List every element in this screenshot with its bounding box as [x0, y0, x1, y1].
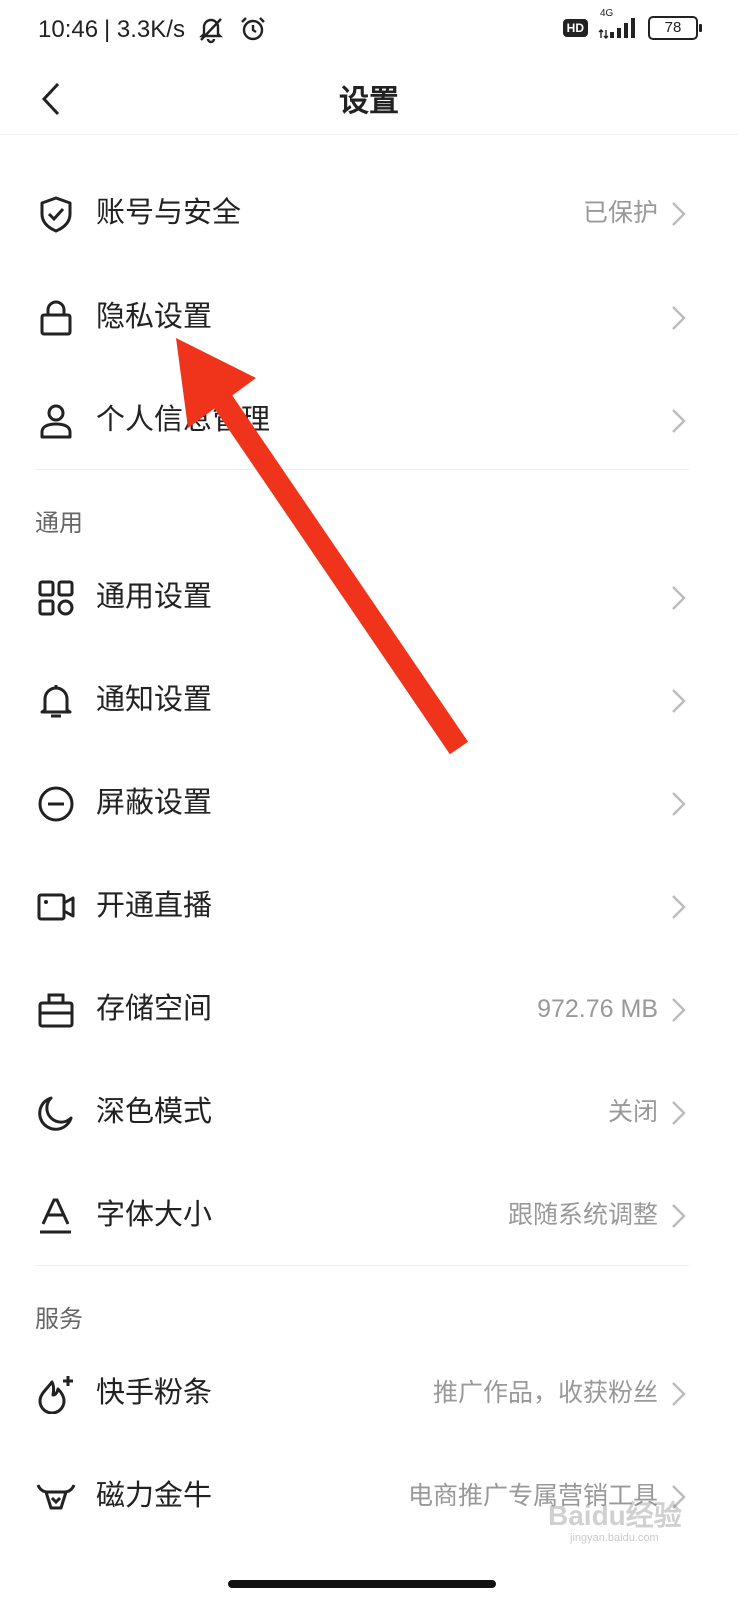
watermark-url: jingyan.baidu.com	[570, 1532, 659, 1544]
chevron-right-icon	[672, 1204, 686, 1228]
settings-row-general[interactable]: 通用设置	[0, 546, 738, 646]
settings-row-dark-mode[interactable]: 深色模式 关闭	[0, 1061, 738, 1161]
row-value: 972.76 MB	[537, 995, 658, 1023]
row-label: 账号与安全	[96, 195, 242, 229]
font-size-icon	[36, 1196, 76, 1236]
row-label: 深色模式	[96, 1094, 213, 1128]
settings-row-live[interactable]: 开通直播	[0, 855, 738, 955]
row-label: 开通直播	[96, 888, 213, 922]
battery-indicator: 78	[648, 16, 702, 40]
header-bar: 设置	[0, 64, 738, 135]
section-divider	[35, 1265, 689, 1266]
network-type: 4G	[600, 8, 614, 19]
status-time: 10:46	[38, 16, 99, 43]
block-icon	[36, 784, 76, 824]
chevron-right-icon	[672, 586, 686, 610]
row-value: 推广作品，收获粉丝	[432, 1379, 658, 1407]
storage-box-icon	[36, 990, 76, 1030]
settings-row-privacy[interactable]: 隐私设置	[0, 266, 738, 366]
watermark-logo: Baidu经验	[548, 1500, 682, 1531]
row-value: 已保护	[582, 199, 658, 227]
bull-icon	[36, 1477, 76, 1517]
settings-row-block[interactable]: 屏蔽设置	[0, 752, 738, 852]
moon-icon	[36, 1093, 76, 1133]
status-speed: | 3.3K/s	[104, 16, 185, 43]
row-label: 快手粉条	[96, 1375, 213, 1409]
chevron-right-icon	[672, 1382, 686, 1406]
chevron-right-icon	[672, 202, 686, 226]
chevron-right-icon	[672, 409, 686, 433]
section-title-general: 通用	[35, 509, 83, 537]
person-icon	[36, 401, 76, 441]
settings-row-notifications[interactable]: 通知设置	[0, 649, 738, 749]
chevron-right-icon	[672, 689, 686, 713]
row-label: 隐私设置	[96, 299, 213, 333]
settings-row-fans-promotion[interactable]: 快手粉条 推广作品，收获粉丝	[0, 1342, 738, 1442]
settings-row-storage[interactable]: 存储空间 972.76 MB	[0, 958, 738, 1058]
row-value: 跟随系统调整	[507, 1201, 658, 1229]
hd-badge: HD	[562, 19, 588, 37]
flame-plus-icon	[36, 1374, 76, 1414]
signal-icon: 4G	[598, 8, 638, 40]
chevron-right-icon	[672, 792, 686, 816]
mute-bell-icon	[196, 14, 226, 44]
settings-row-personal-info[interactable]: 个人信息管理	[0, 369, 738, 469]
settings-row-font-size[interactable]: 字体大小 跟随系统调整	[0, 1164, 738, 1264]
home-indicator[interactable]	[228, 1580, 496, 1588]
row-label: 通知设置	[96, 682, 213, 716]
row-label: 磁力金牛	[96, 1478, 213, 1512]
row-label: 通用设置	[96, 579, 213, 613]
video-camera-icon	[36, 887, 76, 927]
lock-icon	[36, 298, 76, 338]
bell-icon	[36, 681, 76, 721]
page-title: 设置	[339, 84, 399, 119]
row-label: 字体大小	[96, 1197, 213, 1231]
row-value: 关闭	[607, 1098, 658, 1126]
alarm-clock-icon	[238, 14, 268, 44]
row-label: 个人信息管理	[96, 402, 271, 436]
shield-icon	[36, 194, 76, 234]
status-bar: 10:46 | 3.3K/s HD 4G 78	[0, 0, 738, 64]
chevron-right-icon	[672, 998, 686, 1022]
chevron-right-icon	[672, 306, 686, 330]
settings-row-account-security[interactable]: 账号与安全 已保护	[0, 162, 738, 262]
section-title-services: 服务	[35, 1305, 83, 1333]
chevron-right-icon	[672, 1101, 686, 1125]
row-label: 屏蔽设置	[96, 785, 213, 819]
chevron-right-icon	[672, 895, 686, 919]
section-divider	[35, 469, 689, 470]
row-label: 存储空间	[96, 991, 213, 1025]
grid-icon	[36, 578, 76, 618]
